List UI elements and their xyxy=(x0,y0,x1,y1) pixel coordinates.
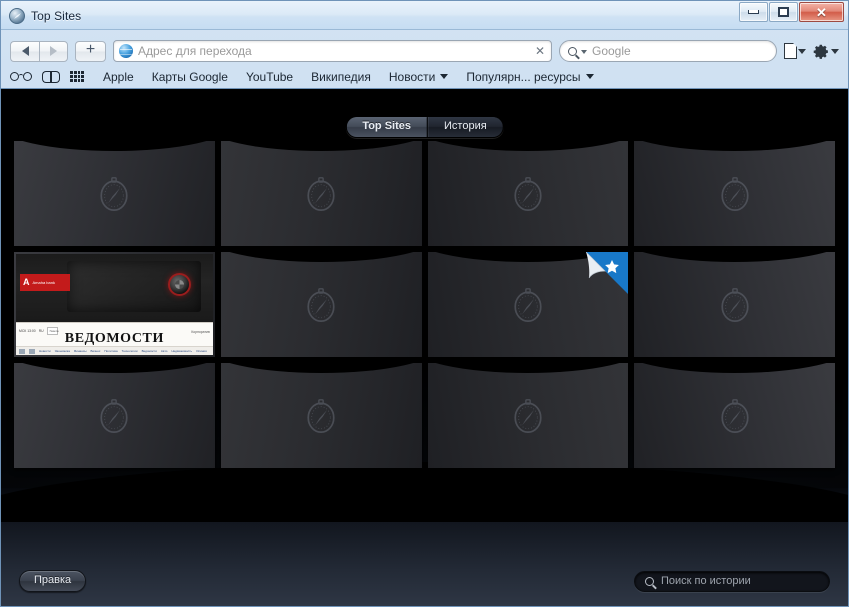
vedomosti-hero-ad: A Amaha bank xyxy=(16,254,213,323)
vedomosti-ad-badge: A Amaha bank xyxy=(20,274,70,292)
chevron-down-icon[interactable] xyxy=(581,50,587,54)
top-site-tile[interactable] xyxy=(220,252,422,357)
forward-button[interactable] xyxy=(39,40,68,62)
vedomosti-nav: Новости Экономика Финансы Бизнес Политика Тех… xyxy=(16,346,213,355)
safari-compass-icon xyxy=(721,287,749,322)
safari-compass-icon xyxy=(100,398,128,433)
bookmark-popular-resources-folder[interactable]: Популярн... ресурсы xyxy=(457,70,602,84)
safari-compass-icon xyxy=(721,176,749,211)
page-icon xyxy=(784,42,798,59)
history-search-input[interactable]: Поиск по истории xyxy=(661,575,751,587)
minimize-icon xyxy=(748,10,759,14)
bookmark-youtube[interactable]: YouTube xyxy=(237,70,302,84)
bookmark-label: Карты Google xyxy=(151,69,228,84)
page-actions-button[interactable] xyxy=(784,42,806,59)
address-bar[interactable]: Адрес для перехода ✕ xyxy=(113,40,552,62)
safari-compass-icon xyxy=(514,287,542,322)
browser-toolbar: + Адрес для перехода ✕ Google xyxy=(1,30,848,65)
safari-compass-icon xyxy=(9,7,25,24)
bookmark-google-maps[interactable]: Карты Google xyxy=(143,70,237,84)
history-search-field[interactable]: Поиск по истории xyxy=(634,570,830,592)
add-bookmark-button[interactable]: + xyxy=(75,40,106,62)
globe-icon xyxy=(119,44,133,58)
bookmark-label: Apple xyxy=(103,69,134,84)
search-icon xyxy=(568,46,577,56)
bookmark-label: Новости xyxy=(388,69,436,84)
vedomosti-time: МСК 13:00 xyxy=(19,328,36,333)
maximize-button[interactable] xyxy=(769,2,798,22)
top-sites-grid-icon[interactable] xyxy=(70,67,84,87)
window-controls: ✕ xyxy=(739,2,844,22)
title-bar: Top Sites ✕ xyxy=(1,1,848,30)
bookmark-label: YouTube xyxy=(245,69,294,84)
arrow-right-icon xyxy=(50,46,57,56)
safari-compass-icon xyxy=(514,398,542,433)
top-site-tile[interactable] xyxy=(427,363,629,468)
bookmark-label: Популярн... ресурсы xyxy=(466,69,581,84)
top-site-tile[interactable] xyxy=(220,141,422,246)
chevron-down-icon xyxy=(831,48,839,54)
top-sites-page: Top Sites История A Amaha bank МСК 13:00… xyxy=(1,88,848,606)
top-sites-grid: A Amaha bank МСК 13:00 RU Газета ВЕДОМОС… xyxy=(14,141,835,468)
settings-button[interactable] xyxy=(813,43,839,60)
top-site-tile[interactable] xyxy=(220,363,422,468)
top-site-tile-vedomosti[interactable]: A Amaha bank МСК 13:00 RU Газета ВЕДОМОС… xyxy=(14,252,215,357)
safari-compass-icon xyxy=(100,176,128,211)
top-site-tile[interactable] xyxy=(634,252,835,357)
top-site-tile[interactable] xyxy=(14,363,215,468)
bookmark-wikipedia[interactable]: Википедия xyxy=(302,70,380,84)
close-button[interactable]: ✕ xyxy=(799,2,844,22)
top-site-tile-pinned[interactable] xyxy=(427,252,629,357)
chevron-down-icon xyxy=(585,74,594,79)
bookmark-news-folder[interactable]: Новости xyxy=(380,70,457,84)
reader-glasses-icon[interactable] xyxy=(10,67,32,87)
safari-compass-icon xyxy=(307,176,335,211)
safari-compass-icon xyxy=(307,398,335,433)
search-input[interactable]: Google xyxy=(592,44,631,58)
top-site-tile[interactable] xyxy=(427,141,629,246)
top-site-tile[interactable] xyxy=(634,363,835,468)
address-input[interactable]: Адрес для перехода xyxy=(138,44,533,58)
top-site-tile[interactable] xyxy=(14,141,215,246)
vedomosti-paper-chip: Газета xyxy=(46,326,59,335)
safari-compass-icon xyxy=(721,398,749,433)
safari-compass-icon xyxy=(514,176,542,211)
bookmark-apple[interactable]: Apple xyxy=(94,70,143,84)
ad-badge-letter: A xyxy=(23,277,30,288)
vedomosti-masthead: МСК 13:00 RU Газета ВЕДОМОСТИ Корпоратив… xyxy=(16,322,213,355)
arrow-left-icon xyxy=(21,46,29,56)
navigation-buttons xyxy=(10,40,68,62)
top-sites-tab-bar: Top Sites История xyxy=(345,116,504,138)
clear-address-icon[interactable]: ✕ xyxy=(533,44,547,58)
chevron-down-icon xyxy=(440,74,449,79)
tab-history[interactable]: История xyxy=(427,117,503,137)
window-title: Top Sites xyxy=(31,8,82,23)
gear-icon xyxy=(813,44,828,59)
tab-top-sites[interactable]: Top Sites xyxy=(346,117,428,137)
search-icon xyxy=(645,576,654,586)
chevron-down-icon xyxy=(798,48,806,54)
bookmarks-bar: Apple Карты Google YouTube Википедия Нов… xyxy=(1,65,848,88)
vedomosti-thumbnail: A Amaha bank МСК 13:00 RU Газета ВЕДОМОС… xyxy=(16,254,213,355)
top-site-tile[interactable] xyxy=(634,141,835,246)
vedomosti-ad-wheel-image xyxy=(168,272,192,296)
minimize-button[interactable] xyxy=(739,2,768,22)
vedomosti-meta-left: МСК 13:00 RU Газета xyxy=(19,326,59,335)
vedomosti-meta-right: Корпоратив xyxy=(191,329,210,334)
edit-button[interactable]: Правка xyxy=(19,570,87,592)
bookmark-label: Википедия xyxy=(311,69,371,84)
search-bar[interactable]: Google xyxy=(559,40,777,62)
safari-compass-icon xyxy=(307,287,335,322)
top-sites-bottom-bar: Правка Поиск по истории xyxy=(1,556,848,606)
maximize-icon xyxy=(778,7,789,17)
browser-window: Top Sites ✕ + Адрес для перехода ✕ Googl… xyxy=(0,0,849,607)
ad-badge-text: Amaha bank xyxy=(32,279,55,285)
close-icon: ✕ xyxy=(816,4,827,20)
pinned-star-icon[interactable] xyxy=(586,252,629,294)
bookmarks-book-icon[interactable] xyxy=(42,67,60,87)
vedomosti-logo-text: ВЕДОМОСТИ xyxy=(64,330,164,346)
back-button[interactable] xyxy=(10,40,39,62)
